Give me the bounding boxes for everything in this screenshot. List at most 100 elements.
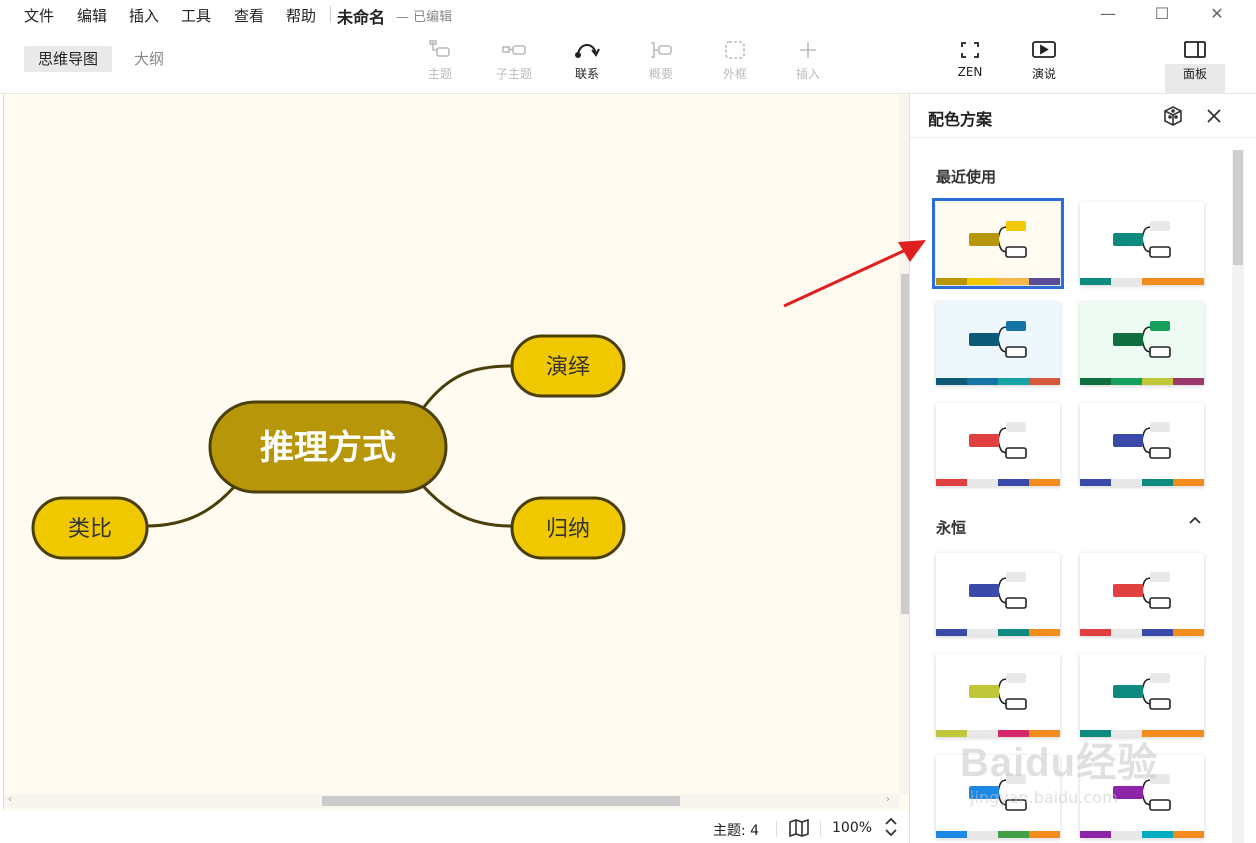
color-scheme-swatch[interactable] <box>1080 654 1204 737</box>
swatch-bottom-subtopic <box>1149 246 1171 258</box>
color-scheme-swatch[interactable] <box>936 755 1060 838</box>
subtopic-button[interactable]: 子主题 <box>484 40 544 82</box>
swatch-color-bar <box>1111 378 1142 385</box>
swatch-top-subtopic <box>1150 572 1170 582</box>
swatch-color-bar <box>936 730 967 737</box>
swatch-color-bar <box>1142 479 1173 486</box>
swatch-top-subtopic <box>1150 422 1170 432</box>
mindmap-diagram: 推理方式 演绎 归纳 类比 <box>31 334 626 560</box>
color-scheme-swatch[interactable] <box>936 553 1060 636</box>
panel-scrollbar[interactable] <box>1232 150 1244 843</box>
canvas-horizontal-scrollbar[interactable]: ‹ › <box>4 794 899 808</box>
scroll-right-icon[interactable]: › <box>886 794 890 805</box>
present-button[interactable]: 演说 <box>1014 40 1074 82</box>
swatch-main-topic <box>1113 584 1143 597</box>
swatch-color-bar <box>998 831 1029 838</box>
vertical-scroll-thumb[interactable] <box>901 274 909 614</box>
swatch-bottom-subtopic <box>1005 346 1027 358</box>
cube-icon[interactable] <box>1162 105 1184 127</box>
zoom-level: 100% <box>832 820 873 836</box>
summary-button[interactable]: 概要 <box>631 40 691 82</box>
swatch-color-bar <box>1080 629 1111 636</box>
relationship-button[interactable]: 联系 <box>557 40 617 82</box>
swatch-preview <box>936 755 1060 838</box>
swatch-top-subtopic <box>1006 422 1026 432</box>
relationship-icon <box>575 44 600 58</box>
title-divider <box>330 6 331 22</box>
panel-scroll-thumb[interactable] <box>1233 150 1243 265</box>
close-window-button[interactable]: ✕ <box>1197 2 1237 26</box>
swatch-color-bar <box>936 629 967 636</box>
boundary-button[interactable]: 外框 <box>705 40 765 82</box>
central-topic[interactable]: 推理方式 <box>208 400 448 494</box>
swatch-bottom-subtopic <box>1005 799 1027 811</box>
swatch-preview <box>1080 202 1204 285</box>
canvas-vertical-scrollbar[interactable] <box>899 94 909 794</box>
menu-file[interactable]: 文件 <box>24 5 54 26</box>
close-icon[interactable] <box>1203 105 1225 127</box>
zoom-stepper-icon[interactable] <box>884 816 898 838</box>
swatch-color-bar <box>1173 831 1204 838</box>
color-scheme-swatch[interactable] <box>1080 302 1204 385</box>
topic-label: 主题 <box>427 67 452 81</box>
color-scheme-swatch[interactable] <box>1080 553 1204 636</box>
swatch-preview <box>1080 403 1204 486</box>
branch-topic-analogy[interactable]: 类比 <box>31 496 149 560</box>
swatch-top-subtopic <box>1006 774 1026 784</box>
color-scheme-swatch[interactable] <box>936 302 1060 385</box>
boundary-label: 外框 <box>722 67 747 81</box>
color-scheme-swatch[interactable] <box>1080 202 1204 285</box>
swatch-top-subtopic <box>1006 673 1026 683</box>
scroll-left-icon[interactable]: ‹ <box>8 794 12 805</box>
menu-view[interactable]: 查看 <box>234 5 264 26</box>
swatch-preview <box>1080 755 1204 838</box>
mindmap-canvas[interactable]: 推理方式 演绎 归纳 类比 ‹ › <box>3 94 909 810</box>
swatch-main-topic <box>1113 333 1143 346</box>
branch-text-deduction: 演绎 <box>546 355 590 380</box>
chevron-up-icon[interactable] <box>1188 515 1202 525</box>
swatch-preview <box>936 553 1060 636</box>
panel-button[interactable]: 面板 <box>1165 40 1225 82</box>
swatch-main-topic <box>1113 786 1143 799</box>
color-scheme-swatch[interactable] <box>932 198 1064 289</box>
swatch-color-bar <box>1173 479 1204 486</box>
status-bar: 主题: 4 100% <box>0 810 909 843</box>
insert-button[interactable]: 插入 <box>778 40 838 82</box>
maximize-button[interactable]: ☐ <box>1142 2 1182 26</box>
relationship-label: 联系 <box>574 67 599 81</box>
branch-topic-induction[interactable]: 归纳 <box>510 496 626 560</box>
swatch-bottom-subtopic <box>1005 597 1027 609</box>
menu-help[interactable]: 帮助 <box>286 5 316 26</box>
map-icon[interactable] <box>788 818 810 838</box>
sidebar-icon <box>1184 41 1206 58</box>
tab-outline[interactable]: 大纲 <box>120 46 178 72</box>
topic-button[interactable]: 主题 <box>410 40 470 82</box>
swatch-preview <box>936 403 1060 486</box>
menu-tools[interactable]: 工具 <box>181 5 211 26</box>
tab-mindmap[interactable]: 思维导图 <box>24 46 113 72</box>
minimize-button[interactable]: — <box>1088 2 1128 26</box>
section-title-eternal: 永恒 <box>936 519 967 537</box>
swatch-color-bar <box>1142 278 1173 285</box>
swatch-color-bar <box>1111 629 1142 636</box>
color-scheme-swatch[interactable] <box>1080 755 1204 838</box>
swatch-color-bar <box>936 278 967 285</box>
horizontal-scroll-thumb[interactable] <box>322 796 680 806</box>
color-scheme-swatch[interactable] <box>936 654 1060 737</box>
connector-deduction <box>422 364 513 408</box>
menu-insert[interactable]: 插入 <box>129 5 159 26</box>
branch-topic-deduction[interactable]: 演绎 <box>510 334 626 398</box>
swatch-color-bar <box>1080 831 1111 838</box>
menu-edit[interactable]: 编辑 <box>77 5 107 26</box>
swatch-bottom-subtopic <box>1005 447 1027 459</box>
swatch-color-bar <box>998 629 1029 636</box>
zen-button[interactable]: ZEN <box>940 40 1000 79</box>
swatch-main-topic <box>1113 685 1143 698</box>
color-scheme-swatch[interactable] <box>936 403 1060 486</box>
color-scheme-swatch[interactable] <box>1080 403 1204 486</box>
topic-count: 主题: 4 <box>713 823 760 839</box>
swatch-color-bar <box>967 730 998 737</box>
branch-text-analogy: 类比 <box>68 517 112 542</box>
swatch-color-bar <box>1111 831 1142 838</box>
swatch-main-topic <box>969 434 999 447</box>
